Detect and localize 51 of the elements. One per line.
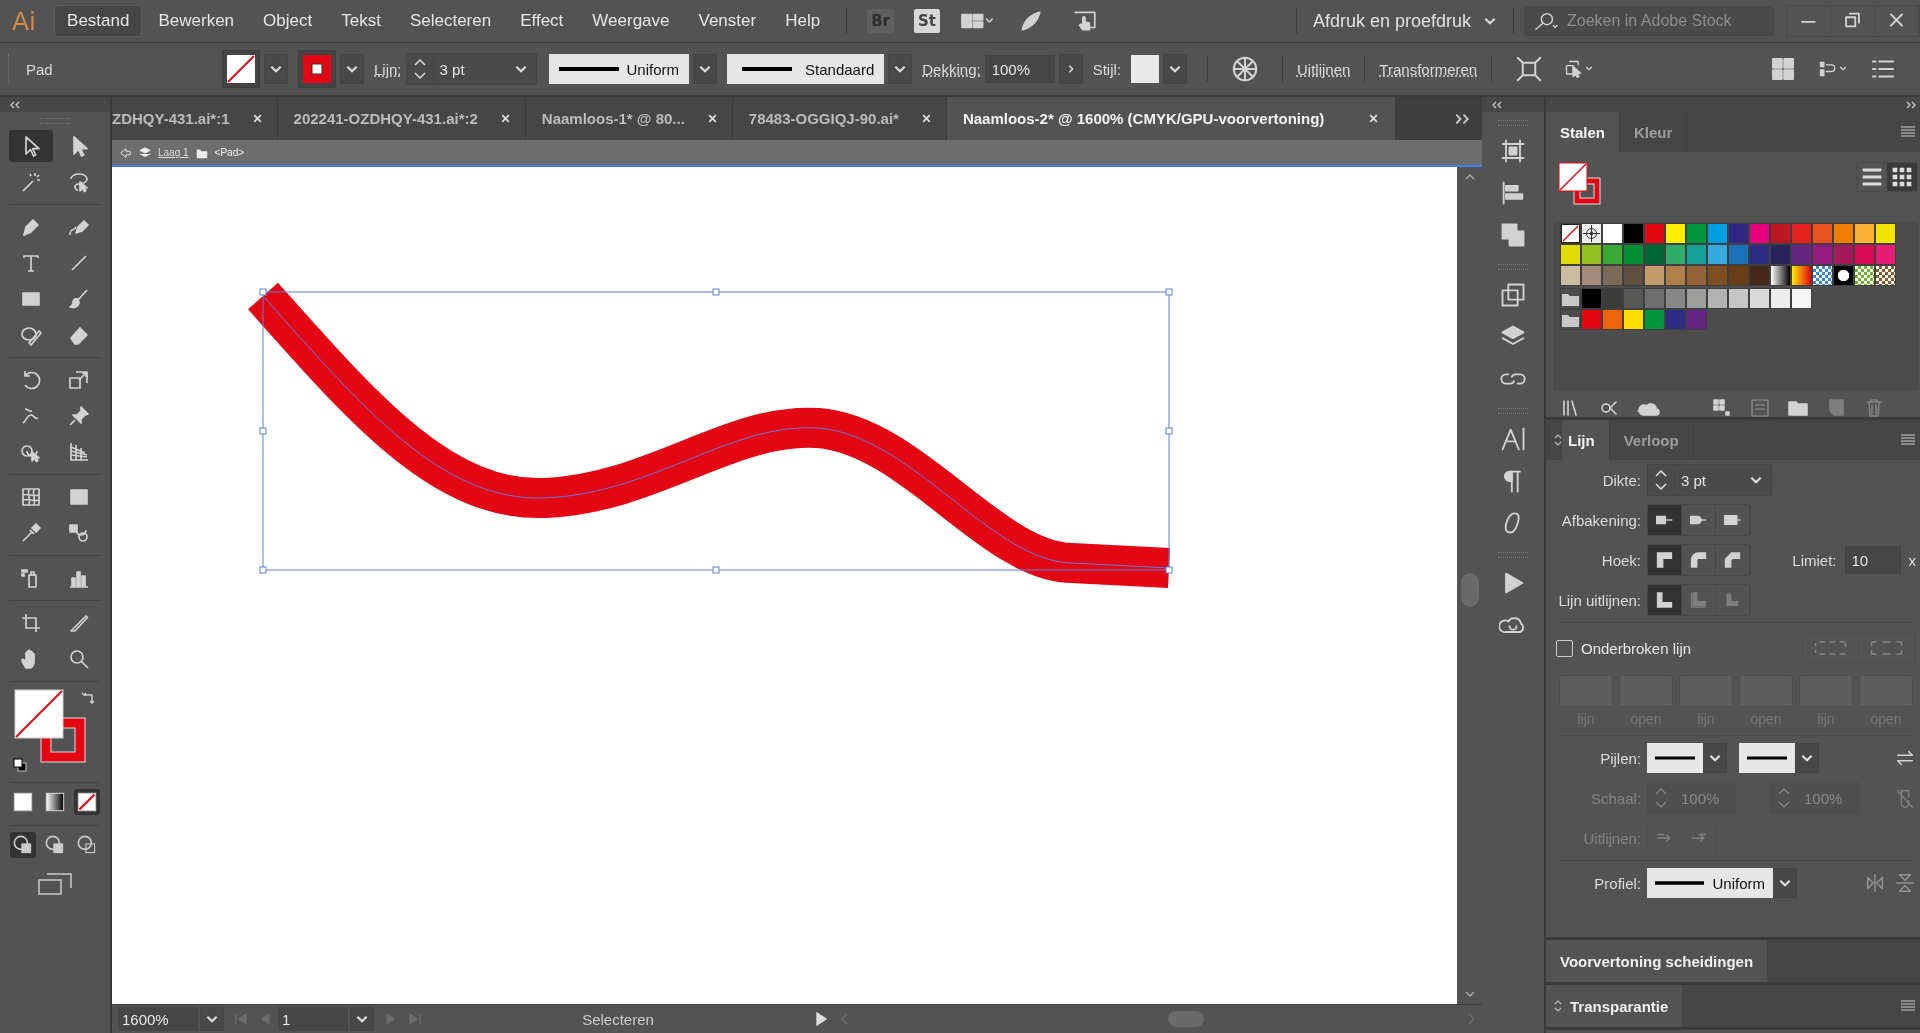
dashed-line-checkbox[interactable]: Onderbroken lijn — [1556, 639, 1692, 657]
brush-dropdown[interactable]: Standaard — [727, 54, 885, 84]
menu-item[interactable]: Venster — [685, 5, 770, 37]
menu-item[interactable]: Object — [250, 5, 326, 37]
style-label: Stijl: — [1092, 60, 1121, 78]
current-tool-label: Selecteren — [581, 1010, 655, 1028]
transform-link[interactable]: Transformeren — [1379, 60, 1478, 78]
artboard-field[interactable]: 1 — [278, 1007, 348, 1031]
stroke-weight-field[interactable]: 3 pt — [1647, 464, 1772, 496]
panel-tab[interactable]: Lijn — [1562, 420, 1610, 460]
panel-tab[interactable]: Transparantie — [1546, 985, 1683, 1027]
menu-item[interactable]: Tekst — [328, 5, 394, 37]
limit-label: Limiet: — [1792, 551, 1837, 569]
panel-tab[interactable]: Voorvertoning scheidingen — [1546, 940, 1768, 982]
unit-label: x — [1908, 551, 1916, 569]
layer-link[interactable]: Laag 1 — [158, 147, 189, 158]
weight-label: Dikte: — [1601, 471, 1641, 489]
panel-tab[interactable]: Verloop — [1609, 420, 1694, 460]
search-field[interactable]: Zoeken in Adobe Stock — [1524, 6, 1774, 36]
object-label: <Pad> — [214, 147, 245, 158]
profile-label: Profiel: — [1593, 874, 1641, 892]
workspace-switcher[interactable]: Afdruk en proefdruk — [1306, 10, 1503, 32]
document-tab[interactable]: Naamloos-1* @ 80... — [525, 97, 733, 140]
opacity-label-link[interactable]: Dekking: — [922, 60, 981, 78]
menu-item[interactable]: Weergave — [579, 5, 683, 37]
align-stroke-label: Lijn uitlijnen: — [1557, 591, 1641, 609]
limit-field[interactable]: 10 — [1844, 546, 1901, 574]
menu-item[interactable]: Effect — [507, 5, 577, 37]
document-tab[interactable]: 202241-OZDHQY-431.ai*:2 — [277, 97, 526, 140]
align-link[interactable]: Uitlijnen — [1297, 60, 1351, 78]
app-logo: Ai — [12, 6, 37, 36]
stroke-label-link[interactable]: Lijn: — [374, 60, 402, 78]
arrowheads-label: Pijlen: — [1599, 749, 1641, 767]
variable-width-dropdown[interactable]: Uniform — [548, 54, 690, 84]
cap-label: Afbakening: — [1560, 511, 1641, 529]
menu-item[interactable]: Help — [772, 5, 834, 37]
document-tab[interactable]: ZDHQY-431.ai*:1 — [112, 97, 278, 140]
width-profile-dropdown[interactable]: Uniform — [1647, 868, 1773, 898]
menu-item[interactable]: Selecteren — [396, 5, 505, 37]
opacity-field[interactable]: 100% — [984, 55, 1055, 83]
document-tab[interactable]: Naamloos-2* @ 1600% (CMYK/GPU-voorvertoning) — [946, 97, 1397, 140]
menu-item[interactable]: Bewerken — [145, 5, 248, 37]
document-tab[interactable]: 78483-OGGIQJ-90.ai* — [732, 97, 947, 140]
object-type-label: Pad — [26, 60, 54, 78]
stroke-weight-field[interactable]: 3 pt — [405, 53, 537, 85]
zoom-field[interactable]: 1600% — [118, 1007, 198, 1031]
menu-item[interactable]: Bestand — [54, 5, 143, 37]
panel-tab[interactable]: Kleur — [1620, 112, 1688, 152]
stock-button[interactable]: St — [914, 9, 940, 33]
corner-label: Hoek: — [1600, 551, 1641, 569]
panel-tab[interactable]: Stalen — [1546, 112, 1620, 152]
